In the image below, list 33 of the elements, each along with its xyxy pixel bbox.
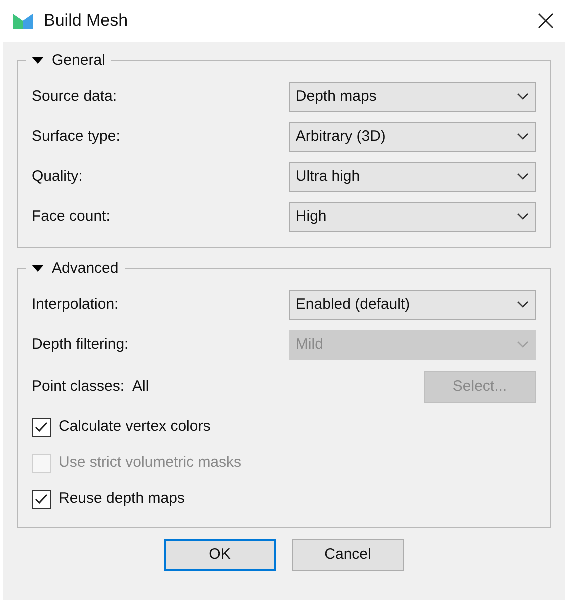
dropdown[interactable]: Arbitrary (3D) bbox=[288, 122, 536, 152]
checkbox-label: Use strict volumetric masks bbox=[59, 452, 242, 473]
field-label: Quality: bbox=[32, 166, 84, 187]
chevron-down-icon bbox=[517, 173, 529, 181]
dialog-button[interactable]: Cancel bbox=[292, 539, 404, 571]
field-label: Interpolation: bbox=[32, 294, 120, 315]
dropdown[interactable]: Ultra high bbox=[288, 162, 536, 192]
field-label: Face count: bbox=[32, 206, 112, 227]
chevron-down-icon bbox=[517, 93, 529, 101]
field-label: Point classes: bbox=[32, 376, 125, 397]
checkbox-label: Reuse depth maps bbox=[59, 488, 185, 509]
checkbox[interactable] bbox=[32, 490, 51, 508]
chevron-down-icon bbox=[517, 301, 529, 309]
triangle-down-icon bbox=[32, 57, 44, 66]
field-label: Surface type: bbox=[32, 126, 122, 147]
triangle-down-icon bbox=[32, 265, 44, 274]
dropdown[interactable]: High bbox=[288, 202, 536, 232]
dropdown[interactable]: Enabled (default) bbox=[288, 290, 536, 320]
window-title: Build Mesh bbox=[44, 10, 128, 32]
app-logo-icon bbox=[12, 12, 34, 30]
chevron-down-icon bbox=[517, 213, 529, 221]
dialog-button[interactable]: OK bbox=[164, 539, 276, 571]
chevron-down-icon bbox=[517, 341, 529, 349]
checkmark-icon bbox=[35, 422, 48, 432]
field-value: All bbox=[132, 376, 150, 397]
field-label: Depth filtering: bbox=[32, 334, 130, 355]
checkbox[interactable] bbox=[32, 418, 51, 436]
close-icon[interactable] bbox=[537, 12, 555, 30]
chevron-down-icon bbox=[517, 133, 529, 141]
checkmark-icon bbox=[35, 494, 48, 504]
checkbox-label: Calculate vertex colors bbox=[59, 416, 211, 437]
dropdown[interactable]: Depth maps bbox=[288, 82, 536, 112]
field-label: Source data: bbox=[32, 86, 118, 107]
